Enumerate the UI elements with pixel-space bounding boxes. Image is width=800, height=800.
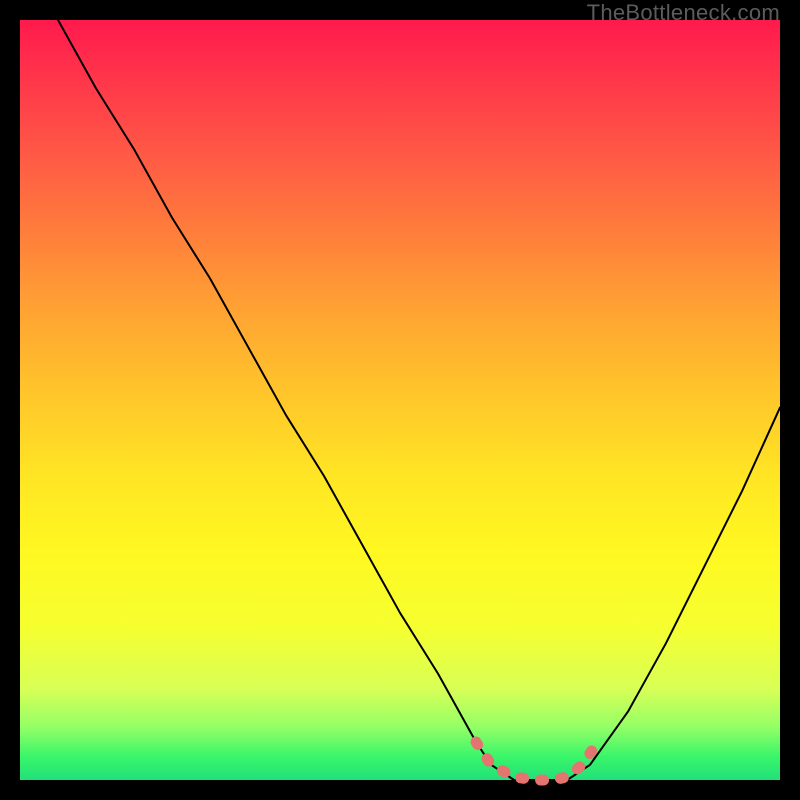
plot-area xyxy=(20,20,780,780)
chart-frame: TheBottleneck.com xyxy=(0,0,800,800)
optimal-range-highlight xyxy=(476,742,598,780)
curve-layer xyxy=(20,20,780,780)
bottleneck-curve xyxy=(58,20,780,780)
